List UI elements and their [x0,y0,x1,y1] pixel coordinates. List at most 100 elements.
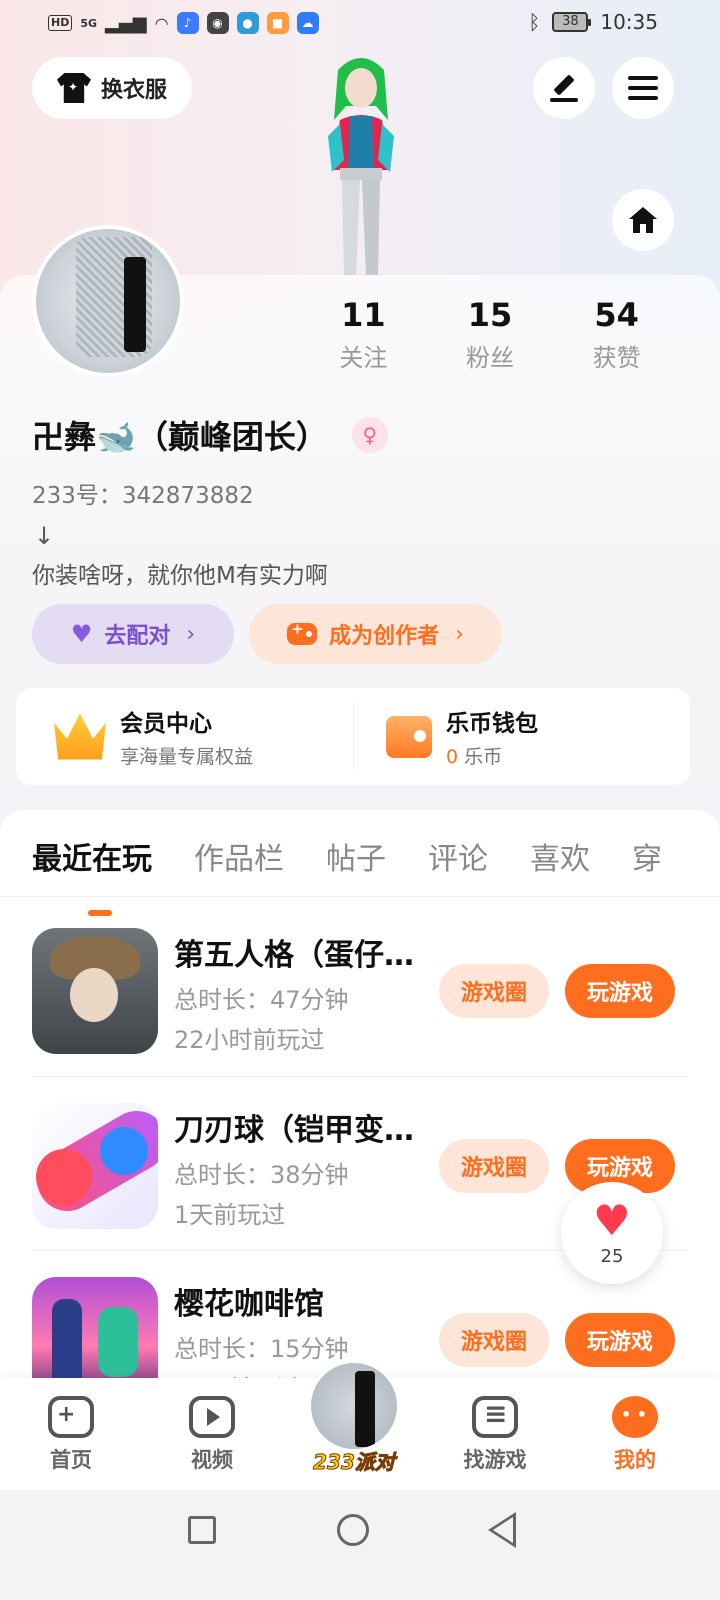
crown-icon [54,713,106,760]
purple-heart-icon: ♥ [70,620,93,648]
party-avatar [308,1360,400,1452]
edit-profile-button[interactable] [533,57,595,119]
browser-icon: ● [236,12,259,34]
list-icon [472,1396,518,1438]
play-game-button[interactable]: 玩游戏 [565,964,675,1018]
tab-comments[interactable]: 评论 [428,834,488,878]
wallet-title: 乐币钱包 [446,711,538,737]
signal-indicator: 5G [80,16,98,30]
match-label: 去配对 [104,624,171,649]
user-id[interactable]: 233号：342873882 [32,476,254,510]
game-circle-button[interactable]: 游戏圈 [439,964,549,1018]
tab-recently-played[interactable]: 最近在玩 [32,834,152,916]
game-last-played: 1天前玩过 [174,1201,286,1229]
bio-text: 你装啥呀，就你他M有实力啊 [32,563,328,589]
weather-icon: ☁ [296,12,319,34]
female-gender-icon: ♀ [351,417,388,453]
status-bar: HD 5G ▂▄▆ ◠ ♪ ◉ ● ■ ☁ ᛒ 38 10:35 [0,0,720,48]
followers-stat[interactable]: 15 粉丝 [466,296,514,373]
gamepad-icon [287,620,318,645]
game-icon-sakura-cafe[interactable] [32,1277,158,1380]
wallet-icon [386,715,432,758]
menu-icon [628,76,658,100]
game-duration: 总时长：47分钟 [174,986,349,1014]
game-circle-button[interactable]: 游戏圈 [439,1313,549,1367]
tabs-divider [0,896,720,897]
content-panel: 最近在玩 作品栏 帖子 评论 喜欢 穿 第五人格（蛋仔… 总时长：47分钟 22… [0,810,720,1380]
nickname: 卍彝🐋（巅峰团长） [32,418,328,456]
profile-avatar[interactable] [32,225,184,377]
followers-count: 15 [467,296,513,334]
profile-stats: 11 关注 15 粉丝 54 获赞 [300,296,680,373]
floating-like-button[interactable]: ♥ 25 [561,1182,663,1284]
shirt-icon [56,73,91,103]
nav-party[interactable]: 233派对 [306,1360,402,1475]
tab-outfits[interactable]: 穿 [632,834,662,878]
tab-likes[interactable]: 喜欢 [530,834,590,878]
wechat-icon: ◉ [206,12,229,34]
creator-label: 成为创作者 [329,624,440,649]
tab-works[interactable]: 作品栏 [194,834,284,878]
wallet-balance: 0 乐币 [446,742,538,769]
following-stat[interactable]: 11 关注 [339,296,387,373]
change-outfit-label: 换衣服 [100,78,167,103]
game-duration: 总时长：15分钟 [174,1335,349,1363]
play-game-button[interactable]: 玩游戏 [565,1313,675,1367]
change-outfit-button[interactable]: 换衣服 [32,57,192,119]
nav-find-games[interactable]: 找游戏 [450,1396,540,1474]
likes-label: 获赞 [592,344,641,372]
following-count: 11 [341,296,386,334]
followers-label: 粉丝 [465,344,514,372]
member-center-title: 会员中心 [120,711,212,737]
recent-apps-button[interactable] [188,1516,216,1544]
signal-bars-icon: ▂▄▆ [105,12,147,34]
nav-find-label: 找游戏 [463,1448,527,1472]
menu-button[interactable] [612,57,674,119]
battery-indicator: 38 [552,12,592,32]
game-name: 樱花咖啡馆 [174,1287,324,1322]
chevron-right-icon: › [455,621,464,647]
home-system-button[interactable] [337,1514,369,1546]
game-circle-button[interactable]: 游戏圈 [439,1139,549,1193]
likes-count: 54 [594,296,639,334]
bio-arrow: ↓ [34,522,55,550]
wallet-entry[interactable]: 乐币钱包 0 乐币 [386,688,538,785]
back-button[interactable] [488,1512,516,1548]
game-last-played: 22小时前玩过 [174,1026,325,1054]
tab-posts[interactable]: 帖子 [326,834,386,878]
coin-unit: 乐币 [464,746,503,768]
heart-icon: ♥ [593,1195,631,1245]
game-name: 刀刃球（铠甲变… [174,1113,414,1148]
following-label: 关注 [339,344,388,372]
homepage-button[interactable] [612,189,674,251]
system-navigation-bar [0,1490,720,1600]
clock: 10:35 [600,10,658,34]
avatar-image [76,237,152,357]
music-app-icon: ♪ [176,12,199,34]
pencil-icon [550,74,578,102]
member-wallet-card: 会员中心 享海量专属权益 乐币钱包 0 乐币 [16,688,690,785]
nav-home-label: 首页 [50,1448,92,1472]
match-button[interactable]: ♥ 去配对 › [32,604,234,664]
nav-me[interactable]: 我的 [590,1396,680,1474]
member-center-entry[interactable]: 会员中心 享海量专属权益 [54,688,253,785]
divider [353,702,354,770]
nickname-row: 卍彝🐋（巅峰团长） ♀ [32,412,388,458]
nav-video[interactable]: 视频 [167,1396,257,1474]
game-duration: 总时长：38分钟 [174,1161,349,1189]
game-icon-blade-ball[interactable] [32,1103,158,1229]
chevron-right-icon: › [186,621,196,647]
app-notification-icon: ■ [266,12,289,34]
become-creator-button[interactable]: 成为创作者 › [249,604,502,664]
likes-stat[interactable]: 54 获赞 [593,296,641,373]
like-count: 25 [600,1245,624,1267]
nav-me-label: 我的 [614,1448,656,1472]
nav-home[interactable]: 首页 [26,1396,116,1474]
avatar-character-figure[interactable] [316,50,406,275]
game-icon-identity-v[interactable] [32,928,158,1054]
wifi-icon: ◠ [154,13,169,33]
hd-indicator: HD [48,15,73,31]
coin-count: 0 [446,746,459,768]
video-play-icon [189,1396,235,1438]
game-name: 第五人格（蛋仔… [174,938,414,973]
